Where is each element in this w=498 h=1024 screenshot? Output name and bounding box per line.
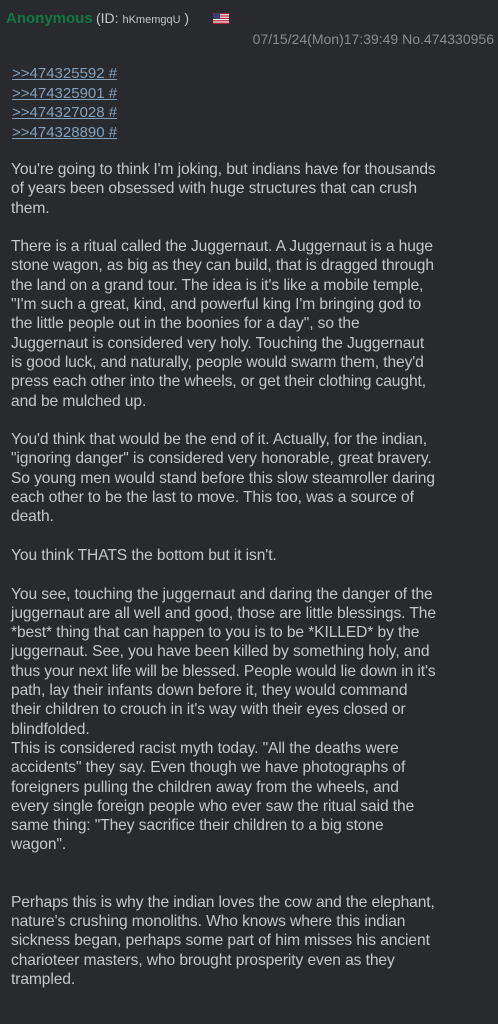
post-paragraph-6: Perhaps this is why the indian loves the… [11, 893, 435, 988]
quote-link-2[interactable]: >>474325901 # [12, 84, 117, 104]
post-paragraph-3: You'd think that would be the end of it.… [11, 431, 435, 526]
quote-links: >>474325592 # >>474325901 # >>474327028 … [12, 64, 117, 142]
poster-id-value[interactable]: hKmemgqU [122, 14, 180, 26]
post-paragraph-4: You think THATS the bottom but it isn't. [11, 546, 277, 564]
post-number-link[interactable]: No.474330956 [402, 31, 494, 47]
post-body: You're going to think I'm joking, but in… [11, 160, 495, 989]
quote-link-3[interactable]: >>474327028 # [12, 103, 117, 123]
post-dateline: 07/15/24(Mon)17:39:49 No.474330956 [253, 31, 494, 47]
quote-link-4[interactable]: >>474328890 # [12, 123, 117, 143]
post-paragraph-1: You're going to think I'm joking, but in… [11, 161, 436, 217]
post-paragraph-5: You see, touching the juggernaut and dar… [11, 585, 436, 854]
post-header: Anonymous (ID: hKmemgqU ) 07/15/24(Mon)1… [6, 6, 494, 47]
poster-id-suffix: ) [180, 10, 190, 26]
us-flag-icon [213, 13, 229, 24]
post-datetime: 07/15/24(Mon)17:39:49 [252, 31, 399, 47]
quote-link-1[interactable]: >>474325592 # [12, 64, 117, 84]
poster-id[interactable]: (ID: hKmemgqU ) [96, 10, 189, 26]
post-container: Anonymous (ID: hKmemgqU ) 07/15/24(Mon)1… [0, 0, 498, 1024]
poster-id-prefix: (ID: [96, 10, 123, 26]
post-paragraph-2: There is a ritual called the Juggernaut.… [11, 238, 434, 410]
poster-name: Anonymous [6, 10, 93, 27]
